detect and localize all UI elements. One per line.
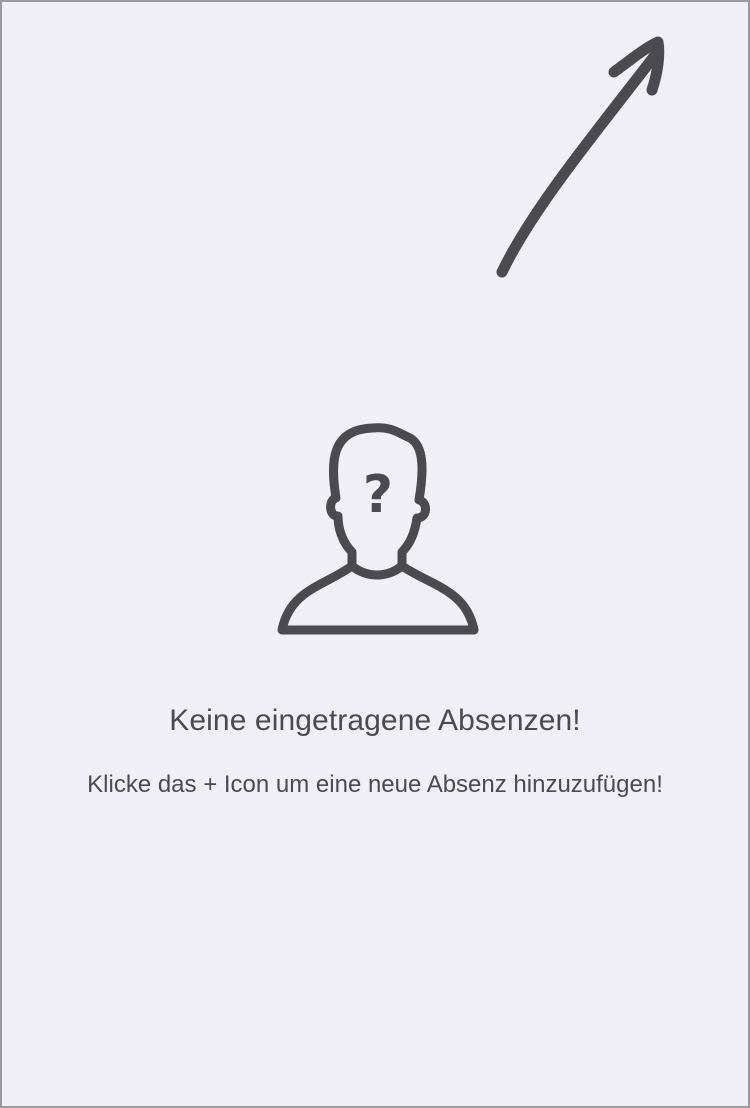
empty-absences-screen: ? Keine eingetragene Absenzen! Klicke da… (0, 0, 750, 1108)
question-mark-glyph: ? (363, 465, 393, 525)
empty-state-subtitle: Klicke das + Icon um eine neue Absenz hi… (87, 771, 663, 798)
empty-state-title: Keine eingetragene Absenzen! (169, 704, 581, 737)
arrow-up-right-icon (496, 36, 665, 278)
unknown-person-icon: ? (277, 423, 479, 635)
